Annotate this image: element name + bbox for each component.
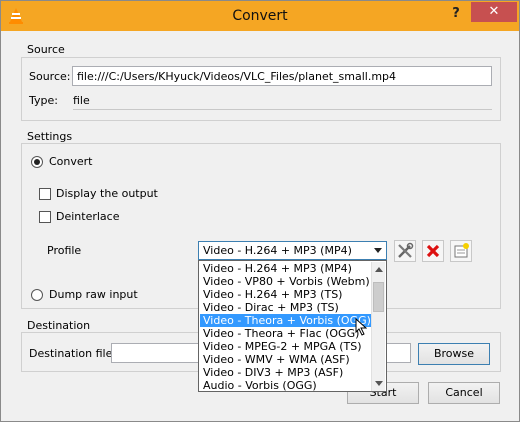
profile-option[interactable]: Video - H.264 + MP3 (MP4): [200, 262, 371, 275]
delete-profile-button[interactable]: [422, 240, 444, 262]
source-label: Source:: [29, 70, 71, 83]
type-value: file: [73, 94, 90, 107]
browse-button[interactable]: Browse: [418, 343, 490, 365]
chevron-down-icon: [374, 248, 382, 253]
display-output-checkbox[interactable]: [39, 188, 51, 200]
source-group-title: Source: [25, 43, 67, 56]
help-button[interactable]: ?: [447, 4, 465, 24]
convert-radio[interactable]: [31, 156, 43, 168]
profile-option[interactable]: Video - Theora + Flac (OGG): [200, 327, 371, 340]
profile-option[interactable]: Video - VP80 + Vorbis (Webm): [200, 275, 371, 288]
new-profile-icon: [454, 243, 469, 258]
scroll-up-arrow-icon[interactable]: [375, 267, 383, 272]
display-output-label: Display the output: [56, 187, 158, 200]
type-label: Type:: [29, 94, 58, 107]
destination-group-title: Destination: [25, 319, 93, 332]
dropdown-scrollbar[interactable]: [371, 262, 385, 391]
dump-raw-radio[interactable]: [31, 289, 43, 301]
settings-group-title: Settings: [25, 130, 75, 143]
source-field[interactable]: file:///C:/Users/KHyuck/Videos/VLC_Files…: [72, 66, 492, 86]
dump-raw-label: Dump raw input: [49, 288, 138, 301]
profile-select[interactable]: Video - H.264 + MP3 (MP4): [198, 241, 387, 260]
profile-label: Profile: [47, 244, 82, 257]
profile-option[interactable]: Audio - Vorbis (OGG): [200, 379, 371, 392]
new-profile-button[interactable]: [450, 240, 472, 262]
destination-file-label: Destination file:: [29, 347, 117, 360]
profile-option[interactable]: Video - DIV3 + MP3 (ASF): [200, 366, 371, 379]
cancel-button[interactable]: Cancel: [428, 382, 500, 404]
red-x-icon: [426, 244, 440, 258]
mouse-cursor-icon: [355, 318, 367, 336]
profile-option-highlighted[interactable]: Video - Theora + Vorbis (OGG): [200, 314, 371, 327]
profile-select-value: Video - H.264 + MP3 (MP4): [203, 244, 352, 257]
deinterlace-checkbox[interactable]: [39, 211, 51, 223]
wrench-screwdriver-icon: [398, 242, 414, 258]
profile-option[interactable]: Video - WMV + WMA (ASF): [200, 353, 371, 366]
scroll-down-arrow-icon[interactable]: [375, 381, 383, 386]
edit-profile-button[interactable]: [394, 240, 416, 262]
profile-option[interactable]: Video - MPEG-2 + MPGA (TS): [200, 340, 371, 353]
profile-option[interactable]: Video - Dirac + MP3 (TS): [200, 301, 371, 314]
source-divider: [73, 109, 492, 110]
convert-dialog: Convert ? ✕ Source Source: file:///C:/Us…: [0, 0, 520, 422]
title-bar: Convert ? ✕: [1, 1, 519, 31]
deinterlace-label: Deinterlace: [56, 210, 120, 223]
scroll-thumb[interactable]: [373, 282, 384, 312]
close-button[interactable]: ✕: [471, 2, 517, 22]
profile-option[interactable]: Video - H.264 + MP3 (TS): [200, 288, 371, 301]
convert-label: Convert: [49, 155, 93, 168]
window-title: Convert: [232, 8, 288, 24]
